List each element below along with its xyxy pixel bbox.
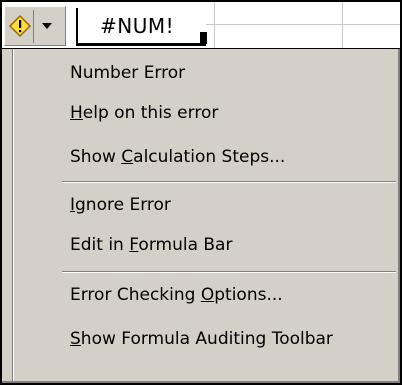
menu-edge: [13, 49, 14, 383]
menu-item-ignore-error[interactable]: Ignore Error: [70, 189, 390, 221]
chevron-down-icon[interactable]: [42, 23, 52, 29]
menu-item-edit-in-formula-bar[interactable]: Edit in Formula Bar: [70, 229, 390, 261]
grid-line: [342, 2, 343, 48]
error-smart-tag-button[interactable]: [4, 6, 66, 46]
menu-edge: [2, 381, 400, 383]
worksheet-strip: #NUM!: [2, 2, 400, 48]
menu-header-number-error: Number Error: [70, 63, 186, 83]
error-options-menu: Number Error Help on this error Show Cal…: [2, 49, 400, 383]
menu-item-show-formula-auditing-toolbar[interactable]: Show Formula Auditing Toolbar: [70, 323, 390, 355]
fill-handle[interactable]: [200, 32, 207, 44]
menu-item-show-calculation-steps[interactable]: Show Calculation Steps...: [70, 141, 390, 173]
menu-separator: [62, 271, 396, 273]
menu-separator: [62, 181, 396, 183]
active-cell[interactable]: #NUM!: [76, 8, 207, 46]
screenshot-frame: #NUM! Number Error Help on this error Sh…: [0, 0, 402, 385]
menu-edge: [398, 49, 400, 383]
warning-diamond-icon: [9, 15, 31, 37]
grid-line: [214, 2, 215, 48]
menu-item-error-checking-options[interactable]: Error Checking Options...: [70, 279, 390, 311]
smart-tag-divider: [33, 10, 34, 43]
menu-item-help-on-error[interactable]: Help on this error: [70, 97, 390, 129]
cell-value: #NUM!: [100, 14, 175, 38]
